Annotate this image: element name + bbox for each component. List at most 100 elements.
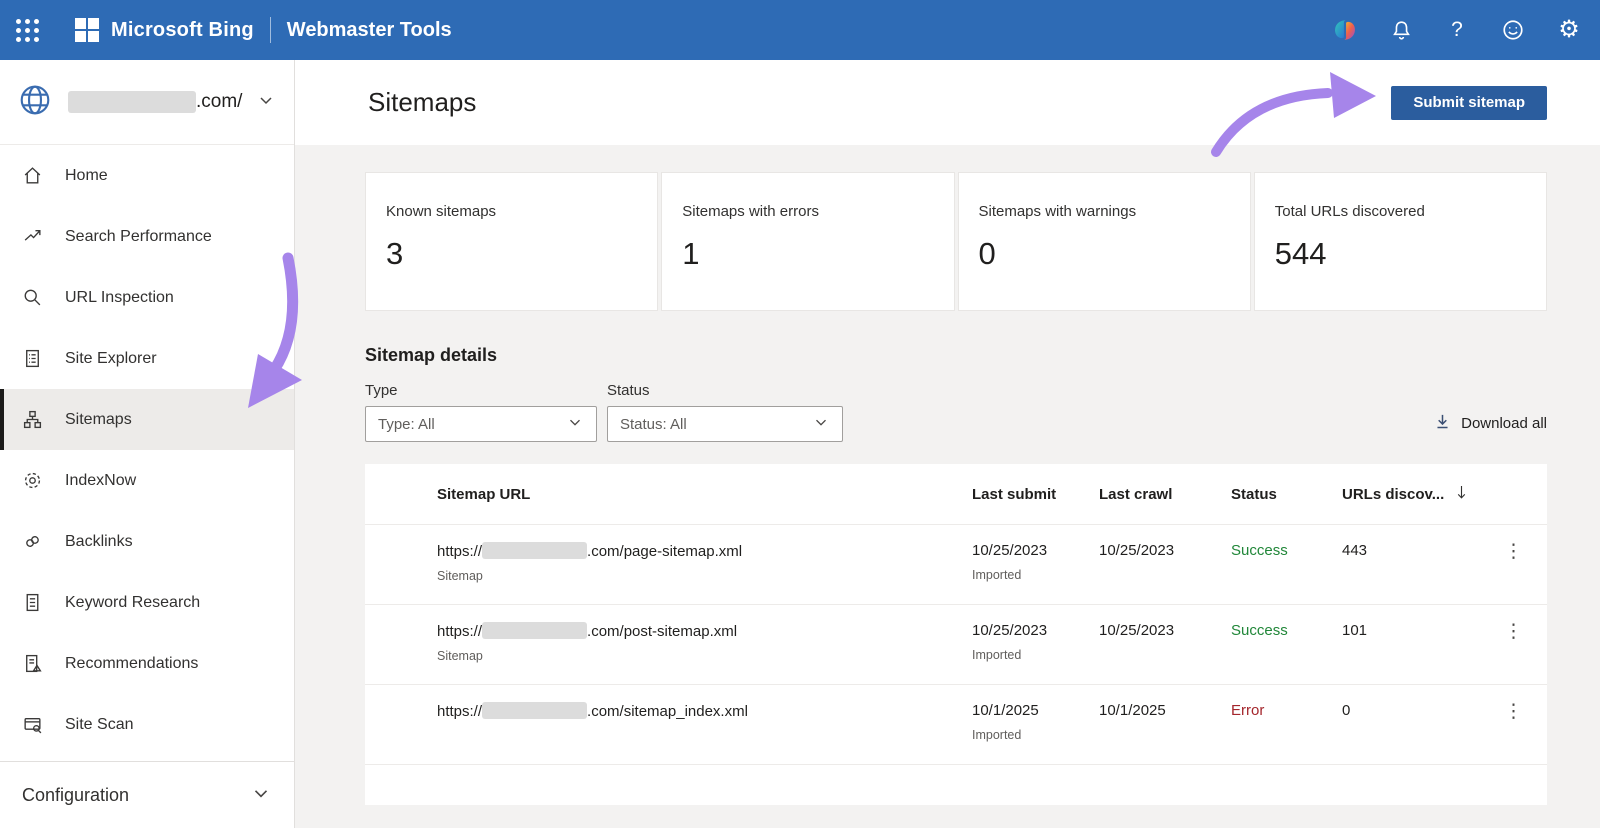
status-filter-value: Status: All xyxy=(620,415,687,433)
status-filter-dropdown[interactable]: Status: All xyxy=(607,406,843,442)
magnifier-icon xyxy=(22,287,43,308)
urls-discovered-cell: 101 xyxy=(1342,622,1368,639)
help-icon[interactable]: ? xyxy=(1444,17,1470,43)
sidebar-item-label: Recommendations xyxy=(65,654,199,672)
configuration-label: Configuration xyxy=(22,784,130,805)
section-heading: Sitemap details xyxy=(365,345,498,365)
column-last-submit[interactable]: Last submit xyxy=(972,486,1099,503)
last-submit-date: 10/25/2023 xyxy=(972,622,1048,639)
stat-card-sitemaps-with-warnings: Sitemaps with warnings 0 xyxy=(957,172,1251,311)
sidebar-item-url-inspection[interactable]: URL Inspection xyxy=(0,267,294,328)
sidebar-item-keyword-research[interactable]: Keyword Research xyxy=(0,572,294,633)
last-crawl-cell: 10/25/2023 xyxy=(1099,542,1175,559)
redacted-domain xyxy=(482,702,588,719)
sidebar-item-backlinks[interactable]: Backlinks xyxy=(0,511,294,572)
submit-note: Imported xyxy=(972,648,1022,662)
sitemaps-table: Sitemap URL Last submit Last crawl Statu… xyxy=(365,464,1547,805)
sitemap-url-cell: https:// .com/page-sitemap.xml Sitemap xyxy=(437,542,972,583)
page-header: Sitemaps Submit sitemap xyxy=(295,60,1600,145)
sidebar-item-label: Site Scan xyxy=(65,715,134,733)
settings-gear-icon[interactable]: ⚙ xyxy=(1556,17,1582,43)
main-content: Sitemaps Submit sitemap Known sitemaps 3… xyxy=(295,60,1600,828)
last-crawl-cell: 10/25/2023 xyxy=(1099,622,1175,639)
site-scan-icon xyxy=(22,714,43,735)
chevron-down-icon xyxy=(812,413,830,436)
column-sitemap-url[interactable]: Sitemap URL xyxy=(437,486,972,503)
notifications-bell-icon[interactable] xyxy=(1388,17,1414,43)
site-selector[interactable]: .com/ xyxy=(0,60,294,145)
stat-card-total-urls-discovered: Total URLs discovered 544 xyxy=(1253,172,1547,311)
stat-value: 1 xyxy=(682,236,700,271)
sidebar-item-site-scan[interactable]: Site Scan xyxy=(0,694,294,755)
sidebar-item-label: IndexNow xyxy=(65,471,137,489)
site-domain-suffix: .com/ xyxy=(196,91,243,112)
chevron-down-icon xyxy=(256,90,276,115)
row-more-menu-icon[interactable]: ⋮ xyxy=(1504,701,1547,723)
indexnow-gear-icon xyxy=(22,470,43,491)
keyword-document-icon xyxy=(22,592,43,613)
copilot-icon[interactable] xyxy=(1332,17,1358,43)
url-suffix: .com/post-sitemap.xml xyxy=(587,623,738,640)
redacted-domain xyxy=(482,622,588,639)
sort-descending-icon xyxy=(1454,484,1469,505)
link-icon xyxy=(22,531,43,552)
sidebar-item-recommendations[interactable]: Recommendations xyxy=(0,633,294,694)
sidebar: .com/ Home Search Performance URL Inspec… xyxy=(0,60,295,828)
table-row[interactable]: https:// .com/post-sitemap.xml Sitemap 10… xyxy=(365,604,1547,684)
column-status[interactable]: Status xyxy=(1231,486,1342,503)
stat-label: Total URLs discovered xyxy=(1274,203,1425,220)
sidebar-item-label: URL Inspection xyxy=(65,288,174,306)
sitemap-type: Sitemap xyxy=(437,569,483,583)
stat-value: 544 xyxy=(1274,236,1327,271)
last-submit-date: 10/25/2023 xyxy=(972,542,1048,559)
column-urls-discovered[interactable]: URLs discov... xyxy=(1342,484,1502,505)
download-all-label: Download all xyxy=(1461,415,1547,432)
table-next-row-partial xyxy=(365,764,1547,795)
last-submit-cell: 10/25/2023 Imported xyxy=(972,622,1099,662)
url-prefix: https:// xyxy=(437,543,483,560)
url-prefix: https:// xyxy=(437,703,483,720)
status-cell: Error xyxy=(1231,702,1265,719)
stat-value: 3 xyxy=(386,236,404,271)
table-row[interactable]: https:// .com/sitemap_index.xml 10/1/2025… xyxy=(365,684,1547,764)
sitemap-hierarchy-icon xyxy=(22,409,43,430)
type-filter-dropdown[interactable]: Type: All xyxy=(365,406,597,442)
status-cell: Success xyxy=(1231,622,1288,639)
download-all-link[interactable]: Download all xyxy=(1433,412,1547,435)
redacted-domain xyxy=(482,542,588,559)
globe-icon xyxy=(18,83,52,122)
app-launcher-icon[interactable] xyxy=(16,18,39,42)
url-suffix: .com/page-sitemap.xml xyxy=(587,543,743,560)
home-icon xyxy=(22,165,43,186)
status-cell: Success xyxy=(1231,542,1288,559)
url-suffix: .com/sitemap_index.xml xyxy=(587,703,748,720)
sitemap-type: Sitemap xyxy=(437,649,483,663)
sidebar-item-site-explorer[interactable]: Site Explorer xyxy=(0,328,294,389)
microsoft-logo-icon xyxy=(75,18,99,42)
submit-sitemap-button[interactable]: Submit sitemap xyxy=(1391,85,1547,120)
top-app-bar: Microsoft Bing Webmaster Tools ? ⚙ xyxy=(0,0,1600,60)
table-header-row: Sitemap URL Last submit Last crawl Statu… xyxy=(365,464,1547,524)
type-filter-value: Type: All xyxy=(378,415,435,433)
page-title: Sitemaps xyxy=(368,87,477,117)
sidebar-item-configuration[interactable]: Configuration xyxy=(0,762,294,828)
sidebar-item-label: Home xyxy=(65,166,108,184)
sidebar-item-label: Backlinks xyxy=(65,532,133,550)
sidebar-item-home[interactable]: Home xyxy=(0,145,294,206)
row-more-menu-icon[interactable]: ⋮ xyxy=(1504,541,1547,563)
trend-arrow-icon xyxy=(22,226,43,247)
last-crawl-cell: 10/1/2025 xyxy=(1099,702,1166,719)
stats-cards: Known sitemaps 3 Sitemaps with errors 1 … xyxy=(365,172,1547,311)
table-row[interactable]: https:// .com/page-sitemap.xml Sitemap 10… xyxy=(365,524,1547,604)
feedback-smiley-icon[interactable] xyxy=(1500,17,1526,43)
row-more-menu-icon[interactable]: ⋮ xyxy=(1504,621,1547,643)
sidebar-item-search-performance[interactable]: Search Performance xyxy=(0,206,294,267)
last-submit-cell: 10/25/2023 Imported xyxy=(972,542,1099,582)
product-name: Webmaster Tools xyxy=(286,18,452,41)
column-last-crawl[interactable]: Last crawl xyxy=(1099,486,1231,503)
chevron-down-icon xyxy=(566,413,584,436)
sidebar-item-indexnow[interactable]: IndexNow xyxy=(0,450,294,511)
sidebar-item-sitemaps[interactable]: Sitemaps xyxy=(0,389,294,450)
sidebar-nav: Home Search Performance URL Inspection S… xyxy=(0,145,294,828)
stat-value: 0 xyxy=(978,236,996,271)
